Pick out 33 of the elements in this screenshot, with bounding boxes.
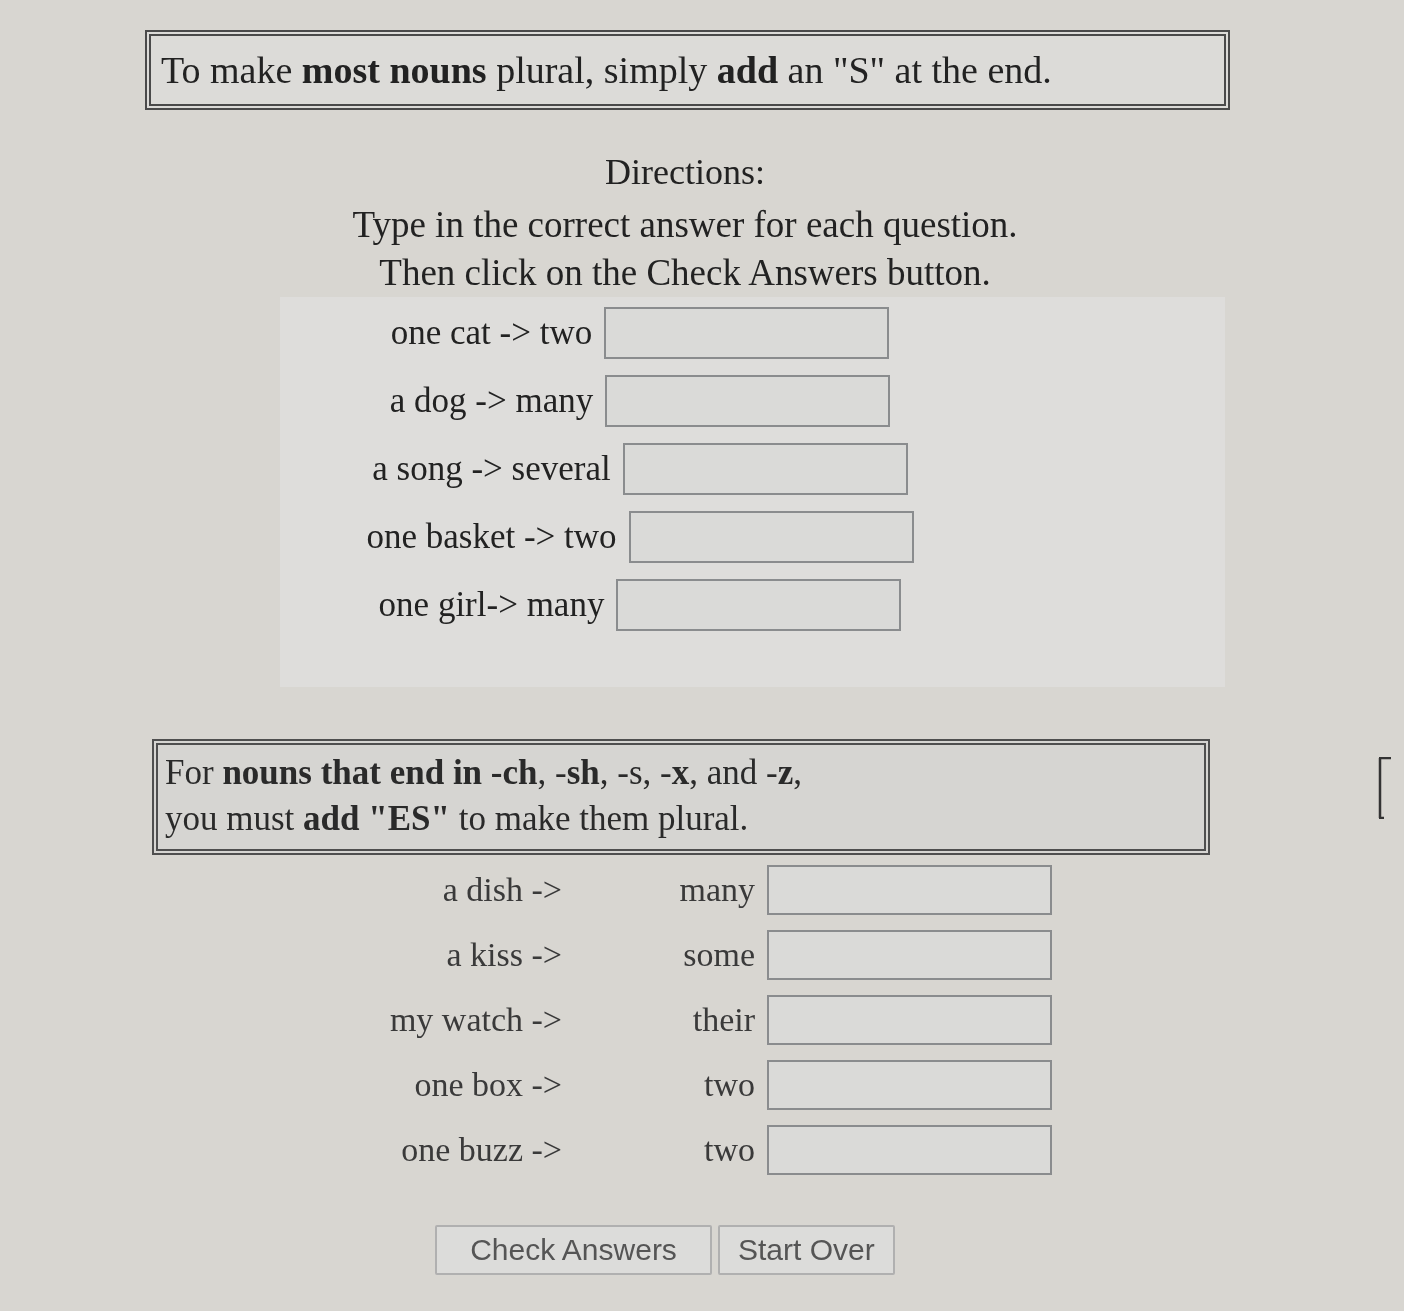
check-answers-button[interactable]: Check Answers (435, 1225, 712, 1275)
singular-word-text: one buzz -> (401, 1129, 562, 1170)
quantity-word-text: two (704, 1129, 755, 1170)
answer-field[interactable] (767, 929, 1052, 980)
directions-text: Then click on the Check Answers button. (379, 251, 991, 295)
answer-field[interactable] (622, 443, 908, 495)
answer-field[interactable] (767, 1059, 1052, 1110)
answer-field[interactable] (628, 511, 914, 563)
text-cursor-icon (1378, 757, 1392, 819)
answer-field[interactable] (616, 579, 902, 631)
question-text: one basket -> two (366, 516, 617, 558)
question-text: one girl-> many (378, 584, 605, 626)
question-text: a dog -> many (389, 380, 594, 422)
singular-word-text: a kiss -> (446, 934, 562, 975)
directions-heading: Directions: (605, 151, 765, 194)
rule-text: To make most nouns plural, simply add an "S" at the end. (161, 48, 1052, 93)
quantity-word-text: two (704, 1064, 755, 1105)
answer-field[interactable] (604, 307, 890, 359)
singular-word-text: a dish -> (442, 869, 562, 910)
rule-text: For nouns that end in -ch, -sh, -s, -x, and -z, you must add "ES" to make them plural. (165, 752, 803, 840)
start-over-button[interactable]: Start Over (718, 1225, 895, 1275)
quantity-word-text: their (692, 999, 755, 1040)
answer-field[interactable] (767, 994, 1052, 1045)
directions-text: Type in the correct answer for each question. (352, 203, 1018, 247)
answer-field[interactable] (767, 864, 1052, 915)
question-text: one cat -> two (390, 312, 593, 354)
singular-word-text: my watch -> (389, 999, 562, 1040)
quantity-word-text: many (679, 869, 755, 910)
question-text: a song -> several (372, 448, 611, 490)
answer-field[interactable] (605, 375, 891, 427)
answer-field[interactable] (767, 1124, 1052, 1175)
quantity-word-text: some (683, 934, 755, 975)
singular-word-text: one box -> (414, 1064, 562, 1105)
